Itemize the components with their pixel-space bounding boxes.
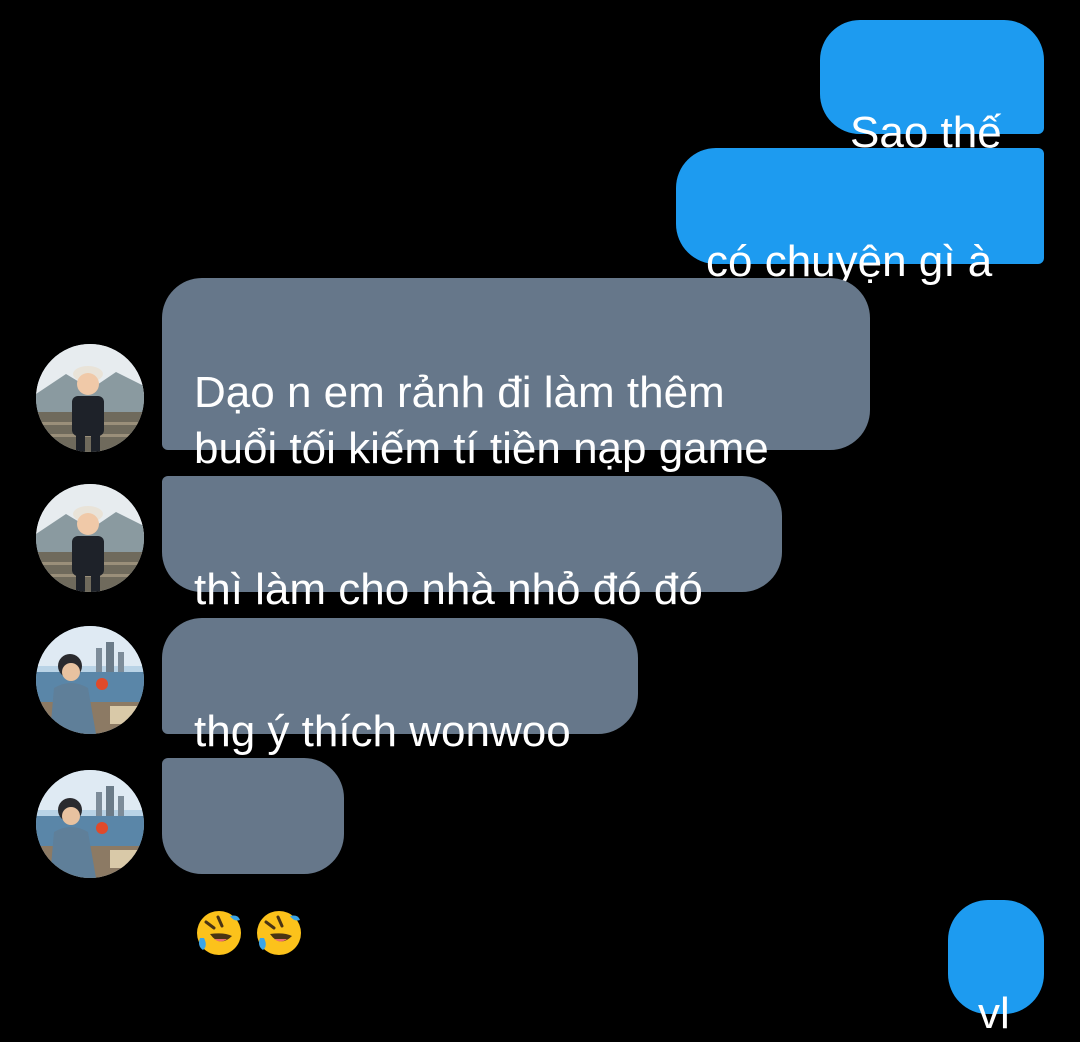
avatar-photo bbox=[36, 770, 144, 878]
rolling-laughing-emoji-icon bbox=[194, 852, 244, 956]
message-bubble-outgoing[interactable]: vl bbox=[948, 900, 1044, 1038]
message-bubble-incoming[interactable]: thì làm cho nhà nhỏ đó đó bbox=[162, 476, 782, 614]
rolling-laughing-emoji-icon bbox=[254, 852, 304, 956]
message-bubble-incoming[interactable]: thg ý thích wonwoo bbox=[162, 618, 638, 756]
contact-avatar[interactable] bbox=[36, 344, 144, 452]
contact-avatar[interactable] bbox=[36, 626, 144, 734]
message-bubble-outgoing[interactable]: Sao thế bbox=[820, 20, 1044, 157]
message-text: vl bbox=[978, 989, 1010, 1038]
message-text: thg ý thích wonwoo bbox=[194, 707, 571, 756]
avatar-photo bbox=[36, 626, 144, 734]
avatar-photo bbox=[36, 484, 144, 592]
chat-thread: Sao thế có chuyện gì à Dạo n em rảnh đi … bbox=[0, 0, 1080, 1038]
message-text: thì làm cho nhà nhỏ đó đó bbox=[194, 565, 703, 614]
message-bubble-incoming[interactable] bbox=[162, 758, 344, 956]
contact-avatar[interactable] bbox=[36, 770, 144, 878]
message-bubble-outgoing[interactable]: có chuyện gì à bbox=[676, 148, 1044, 286]
contact-avatar[interactable] bbox=[36, 484, 144, 592]
message-bubble-incoming[interactable]: Dạo n em rảnh đi làm thêm buổi tối kiếm … bbox=[162, 278, 870, 473]
message-text: Dạo n em rảnh đi làm thêm buổi tối kiếm … bbox=[194, 368, 769, 473]
avatar-photo bbox=[36, 344, 144, 452]
